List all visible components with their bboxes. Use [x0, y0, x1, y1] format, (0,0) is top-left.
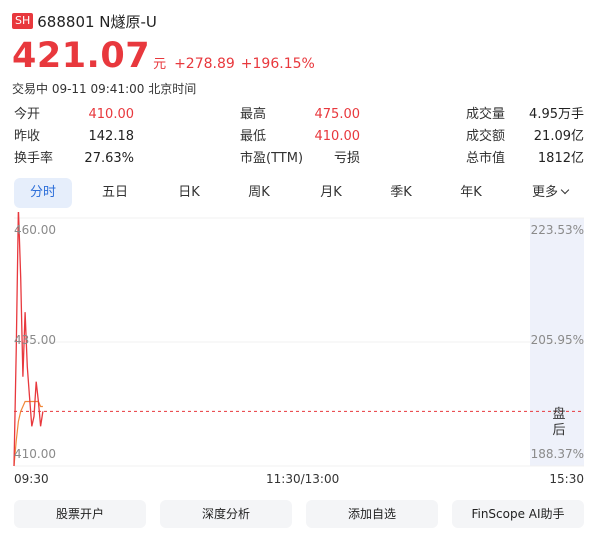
stock-code-name: 688801 N燧原-U: [37, 12, 157, 31]
period-tabs: 分时 五日 日K 周K 月K 季K 年K 更多: [12, 178, 588, 208]
quote-label: 总市值: [466, 151, 506, 166]
quote-label: 今开: [14, 107, 41, 122]
y-axis-right-tick: 223.53%: [530, 223, 584, 237]
y-axis-left-tick: 460.00: [14, 223, 56, 237]
y-axis-left-tick: 410.00: [14, 447, 56, 461]
x-axis-tick: 15:30: [549, 472, 584, 486]
quote-open: 今开 410.00: [14, 104, 134, 126]
quote-column-3: 成交量 4.95万手 成交额 21.09亿 总市值 1812亿: [466, 104, 584, 170]
quote-value: 475.00: [314, 107, 361, 122]
intraday-chart[interactable]: 460.00 435.00 410.00 223.53% 205.95% 188…: [0, 212, 600, 492]
x-axis-tick: 09:30: [14, 472, 49, 486]
quote-pe-ttm: 市盈(TTM) 亏损: [240, 148, 360, 170]
quote-label: 成交额: [466, 129, 506, 144]
quote-low: 最低 410.00: [240, 126, 360, 148]
tab-weekly-k[interactable]: 周K: [228, 178, 290, 208]
y-axis-right-tick: 205.95%: [530, 333, 584, 347]
tab-five-day[interactable]: 五日: [84, 178, 146, 208]
tab-intraday[interactable]: 分时: [14, 178, 72, 208]
price-change: +278.89: [174, 56, 235, 72]
quote-value: 410.00: [88, 107, 135, 122]
quote-label: 最高: [240, 107, 267, 122]
tab-quarterly-k[interactable]: 季K: [370, 178, 432, 208]
quote-value: 4.95万手: [529, 107, 584, 122]
action-buttons: 股票开户 深度分析 添加自选 FinScope AI助手: [14, 500, 584, 528]
quote-value: 27.63%: [84, 151, 134, 166]
quote-column-2: 最高 475.00 最低 410.00 市盈(TTM) 亏损: [240, 104, 360, 170]
tab-daily-k[interactable]: 日K: [158, 178, 220, 208]
quote-high: 最高 475.00: [240, 104, 360, 126]
tab-more[interactable]: 更多: [520, 178, 580, 208]
after-hours-label: 盘后: [552, 407, 566, 438]
quote-value: 410.00: [314, 129, 361, 144]
add-watchlist-button[interactable]: 添加自选: [306, 500, 438, 528]
quote-column-1: 今开 410.00 昨收 142.18 换手率 27.63%: [14, 104, 134, 170]
price-unit: 元: [153, 57, 167, 72]
quote-value: 亏损: [333, 151, 360, 166]
intraday-chart-svg: [13, 212, 584, 467]
y-axis-right-tick: 188.37%: [530, 447, 584, 461]
finscope-ai-button[interactable]: FinScope AI助手: [452, 500, 584, 528]
x-axis-tick: 11:30/13:00: [266, 472, 340, 486]
current-price: 421.07: [12, 36, 151, 76]
quote-turnover-rate: 换手率 27.63%: [14, 148, 134, 170]
chevron-down-icon: [560, 185, 570, 195]
tab-more-label: 更多: [531, 185, 558, 200]
price-change-pct: +196.15%: [240, 56, 315, 72]
stock-header: SH 688801 N燧原-U: [12, 11, 157, 31]
quote-value: 21.09亿: [533, 129, 584, 144]
y-axis-left-tick: 435.00: [14, 333, 56, 347]
quote-volume: 成交量 4.95万手: [466, 104, 584, 126]
quote-amount: 成交额 21.09亿: [466, 126, 584, 148]
quote-label: 昨收: [14, 129, 41, 144]
deep-analysis-button[interactable]: 深度分析: [160, 500, 292, 528]
exchange-badge: SH: [12, 13, 34, 29]
quote-label: 最低: [240, 129, 267, 144]
open-account-button[interactable]: 股票开户: [14, 500, 146, 528]
quote-label: 换手率: [14, 151, 54, 166]
quote-label: 成交量: [466, 107, 506, 122]
quote-value: 142.18: [88, 129, 135, 144]
tab-yearly-k[interactable]: 年K: [440, 178, 502, 208]
tab-monthly-k[interactable]: 月K: [300, 178, 362, 208]
quote-market-cap: 总市值 1812亿: [466, 148, 584, 170]
quote-label: 市盈(TTM): [240, 151, 304, 166]
quote-prev-close: 昨收 142.18: [14, 126, 134, 148]
trade-status: 交易中 09-11 09:41:00 北京时间: [12, 82, 197, 96]
price-row: 421.07 元 +278.89 +196.15%: [12, 36, 315, 76]
quote-value: 1812亿: [537, 151, 584, 166]
